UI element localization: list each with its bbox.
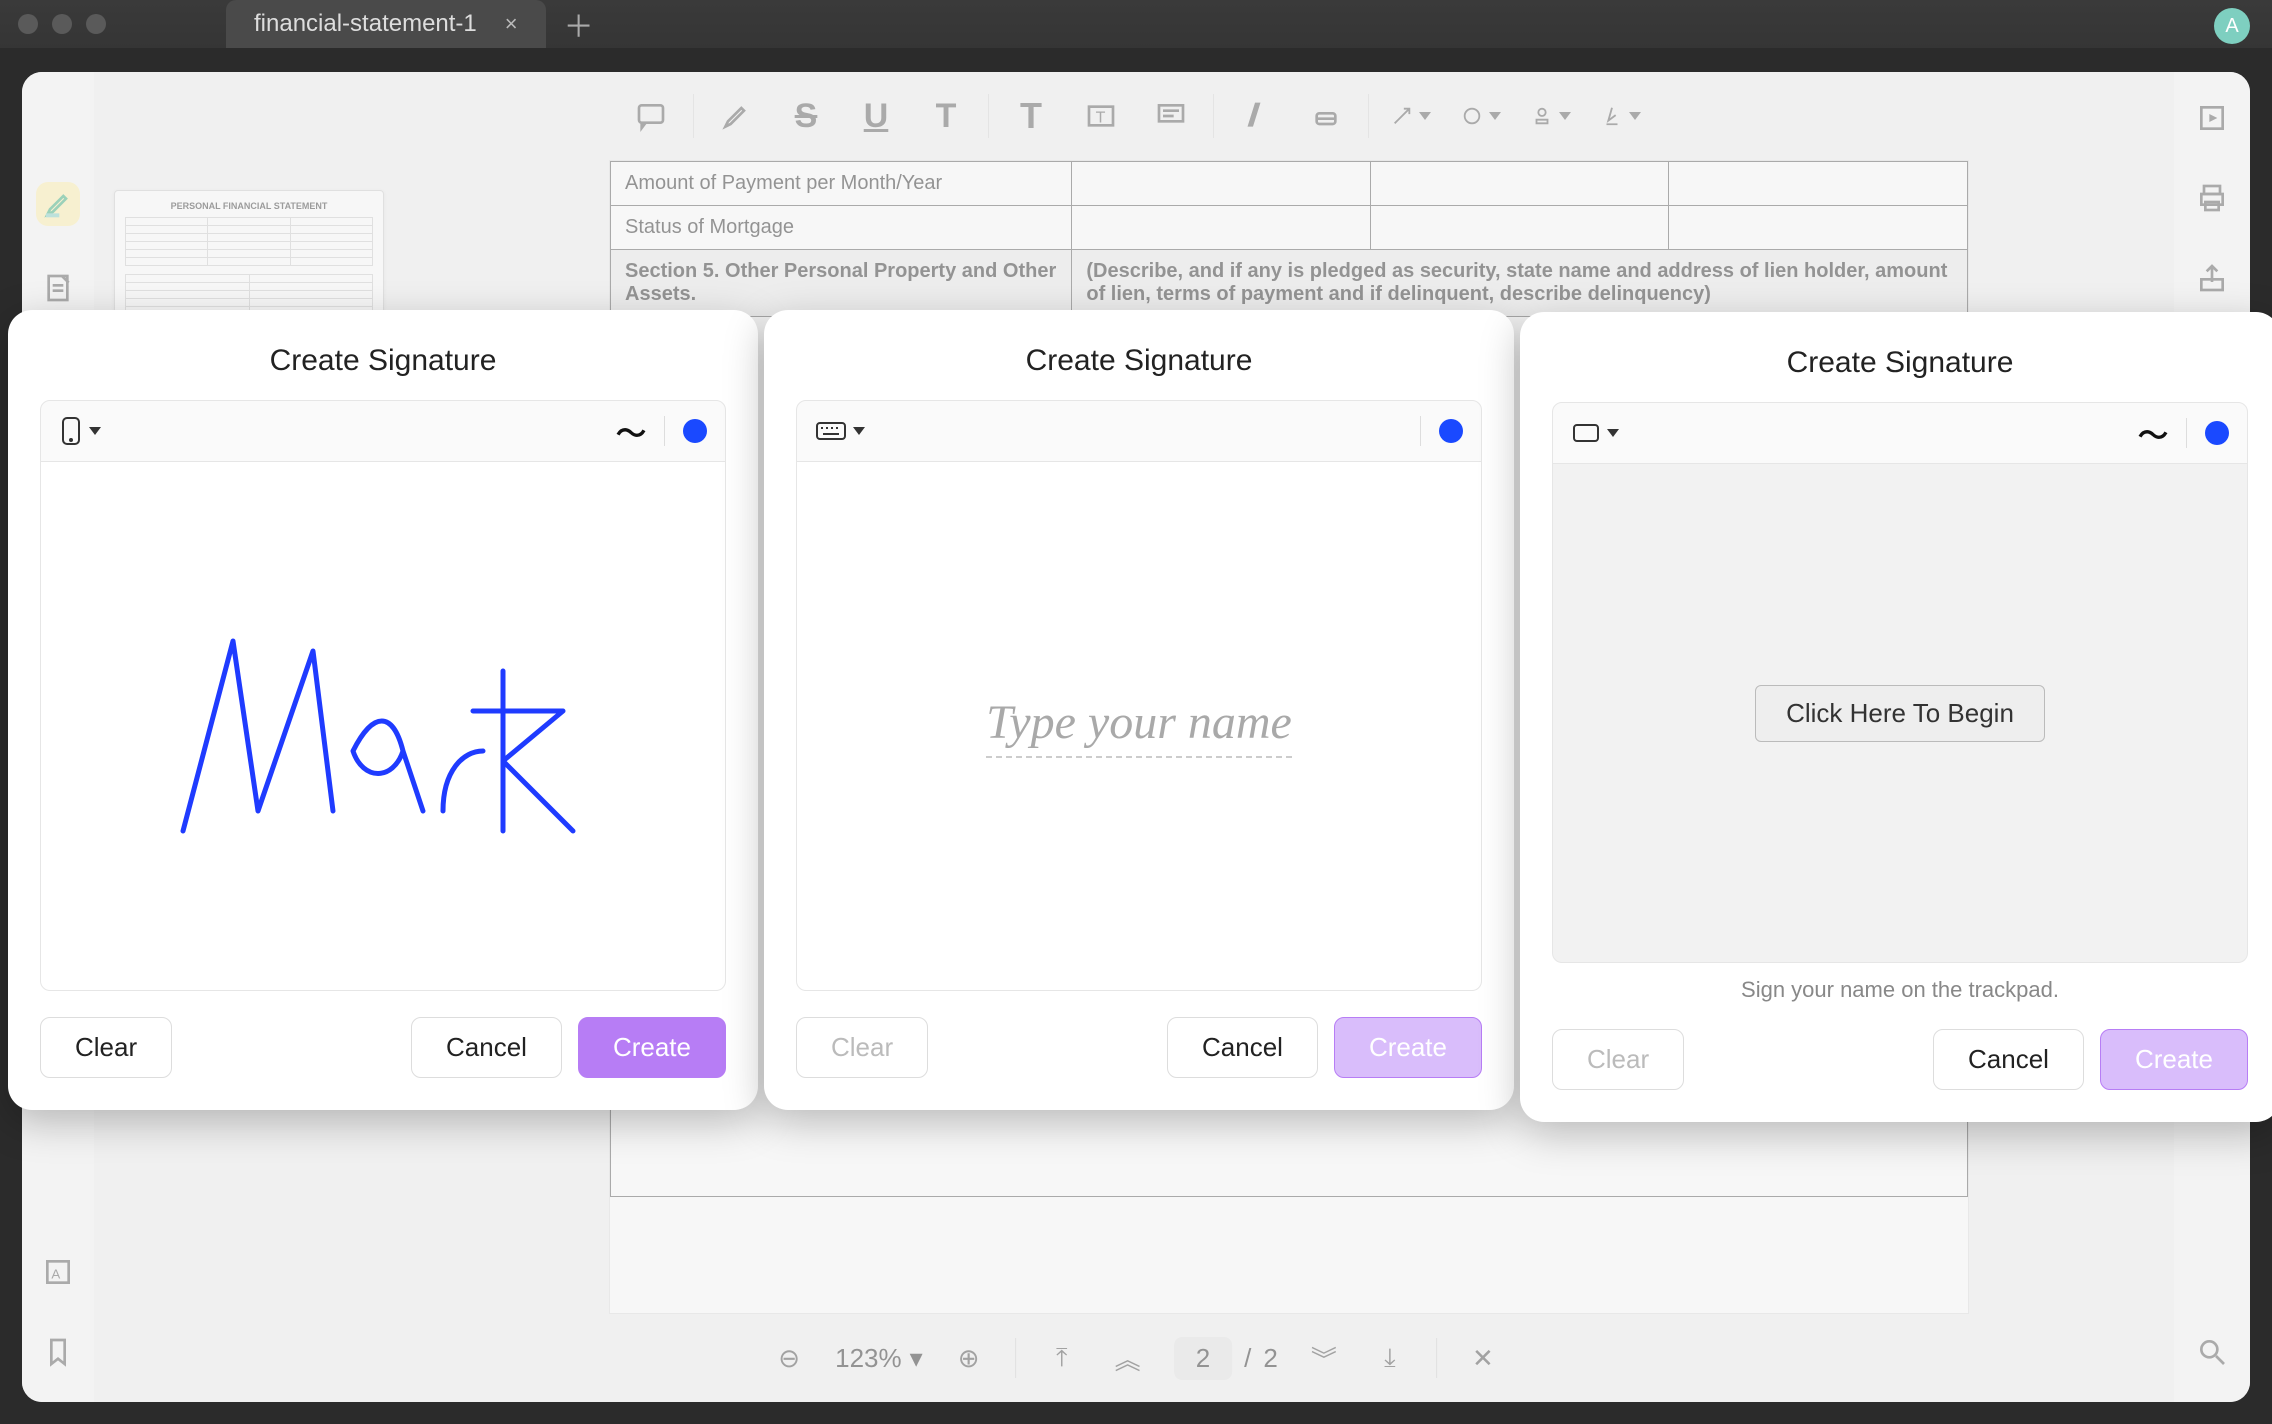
- trackpad-hint-text: Sign your name on the trackpad.: [1552, 977, 2248, 1003]
- next-page-button[interactable]: ︾: [1304, 1338, 1344, 1378]
- separator: [1015, 1338, 1016, 1378]
- page-current-input[interactable]: 2: [1174, 1337, 1232, 1380]
- ocr-icon[interactable]: A: [36, 1250, 80, 1294]
- signature-color-picker[interactable]: [683, 419, 707, 443]
- modal-toolbar: [796, 400, 1482, 462]
- create-button[interactable]: Create: [1334, 1017, 1482, 1078]
- create-signature-modal-type: Create Signature Type your name Clear Ca…: [764, 310, 1514, 1110]
- input-device-dropdown[interactable]: [1571, 421, 1619, 445]
- separator: [1420, 416, 1421, 446]
- stroke-style-icon[interactable]: 〜: [2138, 411, 2168, 455]
- modal-toolbar: 〜: [1552, 402, 2248, 464]
- separator: [1436, 1338, 1437, 1378]
- text-box-icon[interactable]: T: [1081, 96, 1121, 136]
- modal-footer: Clear Cancel Create: [1520, 1003, 2272, 1122]
- cancel-button[interactable]: Cancel: [1167, 1017, 1318, 1078]
- highlighter-icon[interactable]: [716, 96, 756, 136]
- bottom-toolbar: ⊖ 123%▾ ⊕ ⤒ ︽ 2 / 2 ︾ ⤓ ✕: [769, 1314, 1503, 1402]
- cell-label: Amount of Payment per Month/Year: [611, 162, 1072, 206]
- signature-tool-dropdown[interactable]: [1601, 96, 1641, 136]
- create-button[interactable]: Create: [578, 1017, 726, 1078]
- cancel-button[interactable]: Cancel: [1933, 1029, 2084, 1090]
- squiggle-icon[interactable]: T: [926, 96, 966, 136]
- signature-trackpad-canvas[interactable]: Click Here To Begin: [1552, 464, 2248, 963]
- note-mode-icon[interactable]: [36, 266, 80, 310]
- section-label: Section 5. Other Personal Property and O…: [611, 250, 1072, 317]
- create-signature-modal-draw: Create Signature 〜 Clear Cancel Create: [8, 310, 758, 1110]
- last-page-button[interactable]: ⤓: [1370, 1338, 1410, 1378]
- begin-trackpad-button[interactable]: Click Here To Begin: [1755, 685, 2045, 742]
- titlebar: financial-statement-1 × ＋ A: [0, 0, 2272, 48]
- modal-footer: Clear Cancel Create: [8, 991, 758, 1110]
- avatar[interactable]: A: [2214, 8, 2250, 44]
- modal-footer: Clear Cancel Create: [764, 991, 1514, 1110]
- clear-button[interactable]: Clear: [796, 1017, 928, 1078]
- page-total: 2: [1263, 1343, 1277, 1374]
- type-placeholder: Type your name: [986, 695, 1292, 758]
- input-device-dropdown[interactable]: [59, 416, 101, 446]
- zoom-in-button[interactable]: ⊕: [949, 1338, 989, 1378]
- separator: [988, 94, 989, 138]
- cancel-button[interactable]: Cancel: [411, 1017, 562, 1078]
- comment-icon[interactable]: [631, 96, 671, 136]
- svg-text:T: T: [1096, 110, 1106, 127]
- window-controls: [18, 14, 106, 34]
- separator: [664, 416, 665, 446]
- drawn-signature: [163, 611, 603, 841]
- separator: [693, 94, 694, 138]
- signature-color-picker[interactable]: [1439, 419, 1463, 443]
- slideshow-icon[interactable]: [2190, 96, 2234, 140]
- modal-toolbar: 〜: [40, 400, 726, 462]
- close-bottombar-button[interactable]: ✕: [1463, 1338, 1503, 1378]
- zoom-level-dropdown[interactable]: 123%▾: [835, 1343, 923, 1374]
- stroke-style-icon[interactable]: 〜: [616, 409, 646, 453]
- maximize-window-icon[interactable]: [86, 14, 106, 34]
- signature-draw-canvas[interactable]: [40, 462, 726, 991]
- zoom-out-button[interactable]: ⊖: [769, 1338, 809, 1378]
- modal-title: Create Signature: [764, 310, 1514, 400]
- prev-page-button[interactable]: ︽: [1108, 1338, 1148, 1378]
- highlighter-mode-icon[interactable]: [36, 182, 80, 226]
- close-tab-icon[interactable]: ×: [505, 11, 518, 37]
- page-indicator: 2 / 2: [1174, 1337, 1278, 1380]
- search-icon[interactable]: [2190, 1330, 2234, 1374]
- document-tab[interactable]: financial-statement-1 ×: [226, 0, 546, 48]
- signature-color-picker[interactable]: [2205, 421, 2229, 445]
- cell-label: Status of Mortgage: [611, 206, 1072, 250]
- share-icon[interactable]: [2190, 256, 2234, 300]
- separator: [1368, 94, 1369, 138]
- close-window-icon[interactable]: [18, 14, 38, 34]
- create-button[interactable]: Create: [2100, 1029, 2248, 1090]
- arrow-tool-dropdown[interactable]: [1391, 96, 1431, 136]
- modal-title: Create Signature: [1520, 312, 2272, 402]
- first-page-button[interactable]: ⤒: [1042, 1338, 1082, 1378]
- section-desc: (Describe, and if any is pledged as secu…: [1072, 250, 1968, 317]
- signature-type-canvas[interactable]: Type your name: [796, 462, 1482, 991]
- separator: [1213, 94, 1214, 138]
- input-device-dropdown[interactable]: [815, 419, 865, 443]
- minimize-window-icon[interactable]: [52, 14, 72, 34]
- new-tab-button[interactable]: ＋: [564, 2, 594, 46]
- svg-text:A: A: [51, 1267, 60, 1282]
- eraser-icon[interactable]: [1306, 96, 1346, 136]
- annotation-toolbar: S U T T T: [22, 72, 2250, 160]
- clear-button[interactable]: Clear: [1552, 1029, 1684, 1090]
- shape-tool-dropdown[interactable]: [1461, 96, 1501, 136]
- thumb-title: PERSONAL FINANCIAL STATEMENT: [125, 201, 373, 211]
- stamp-tool-dropdown[interactable]: [1531, 96, 1571, 136]
- create-signature-modal-trackpad: Create Signature 〜 Click Here To Begin S…: [1520, 312, 2272, 1122]
- strikethrough-icon[interactable]: S: [786, 96, 826, 136]
- text-icon[interactable]: T: [1011, 96, 1051, 136]
- pencil-icon[interactable]: [1236, 96, 1276, 136]
- clear-button[interactable]: Clear: [40, 1017, 172, 1078]
- bookmark-icon[interactable]: [36, 1330, 80, 1374]
- text-callout-icon[interactable]: [1151, 96, 1191, 136]
- separator: [2186, 418, 2187, 448]
- underline-icon[interactable]: U: [856, 96, 896, 136]
- modal-title: Create Signature: [8, 310, 758, 400]
- tab-title: financial-statement-1: [254, 10, 477, 38]
- print-icon[interactable]: [2190, 176, 2234, 220]
